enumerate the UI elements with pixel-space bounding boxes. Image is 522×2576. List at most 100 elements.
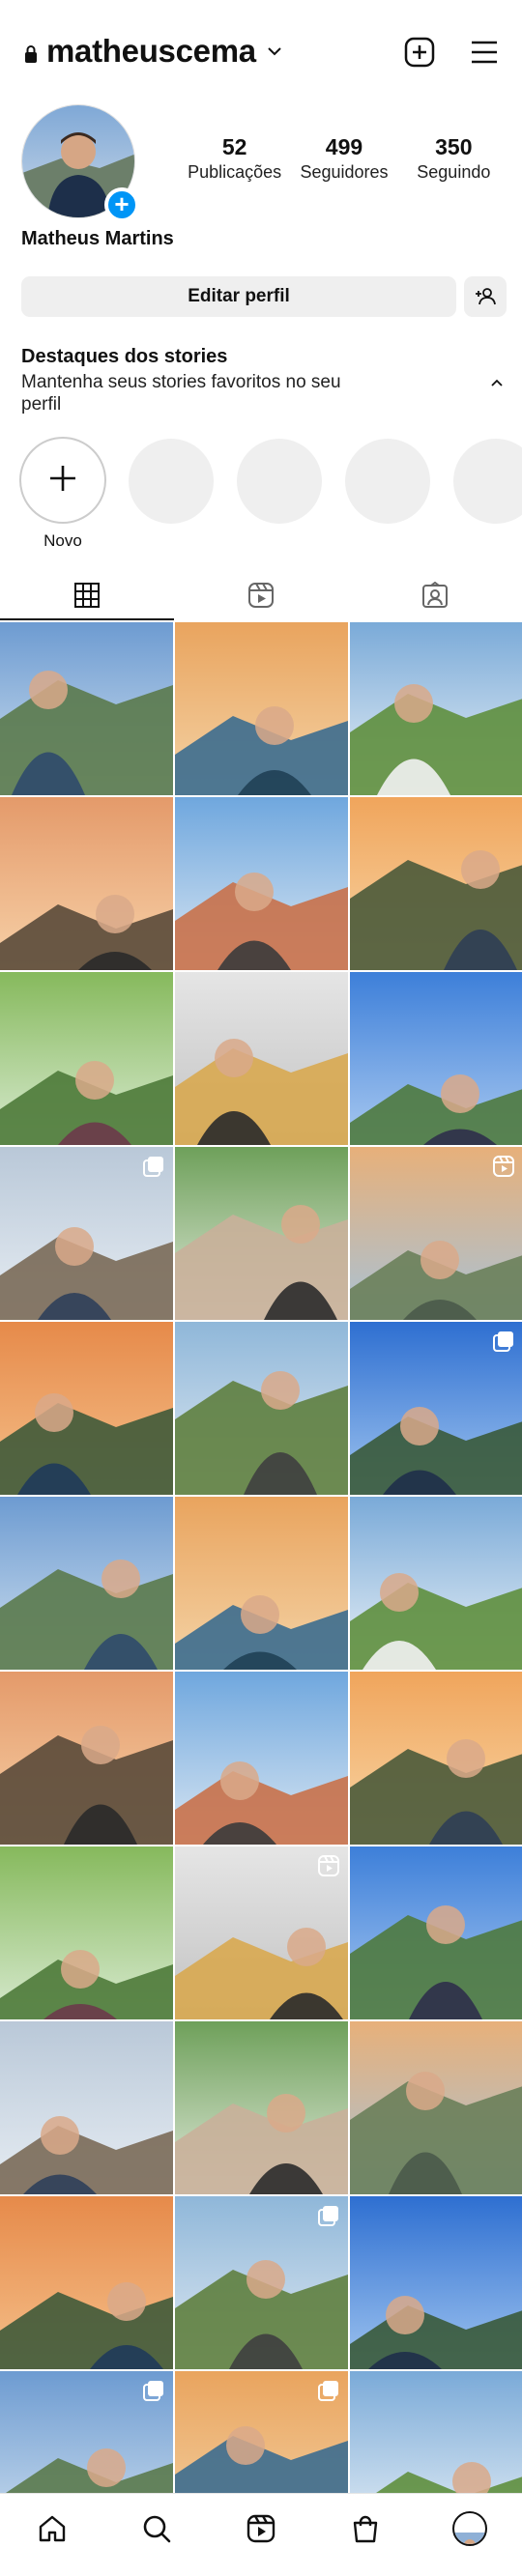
nav-search[interactable]: [104, 2494, 209, 2576]
reel-icon: [493, 1156, 514, 1177]
stat-label: Seguidores: [300, 162, 389, 182]
posts-count[interactable]: 52 Publicações: [180, 133, 289, 191]
post-thumbnail[interactable]: [0, 1672, 173, 1845]
post-thumbnail[interactable]: [175, 1846, 348, 2019]
plus-square-icon[interactable]: [404, 37, 435, 68]
post-thumbnail[interactable]: [0, 1846, 173, 2019]
post-image: [350, 622, 522, 795]
post-image: [0, 1497, 173, 1670]
post-image: [175, 1322, 348, 1495]
post-thumbnail[interactable]: [175, 1672, 348, 1845]
following-count[interactable]: 350 Seguindo: [399, 133, 508, 191]
tab-tagged[interactable]: [348, 568, 522, 620]
stat-label: Seguindo: [417, 162, 491, 182]
post-image: [0, 2021, 173, 2194]
carousel-icon: [318, 2206, 338, 2226]
discover-people-button[interactable]: [464, 276, 507, 317]
post-thumbnail[interactable]: [350, 972, 522, 1145]
nav-home[interactable]: [0, 2494, 104, 2576]
post-image: [350, 972, 522, 1145]
post-thumbnail[interactable]: [350, 1672, 522, 1845]
reel-icon: [318, 1855, 339, 1876]
post-thumbnail[interactable]: [0, 2021, 173, 2194]
post-thumbnail[interactable]: [350, 2021, 522, 2194]
add-story-badge[interactable]: +: [104, 187, 139, 222]
post-image: [350, 1846, 522, 2019]
plus-icon: [50, 466, 75, 491]
post-image: [175, 972, 348, 1145]
post-thumbnail[interactable]: [350, 1846, 522, 2019]
post-thumbnail[interactable]: [0, 1147, 173, 1320]
highlight-placeholder: [129, 439, 214, 524]
hamburger-menu-icon[interactable]: [470, 39, 499, 66]
post-image: [350, 1672, 522, 1845]
carousel-icon: [143, 2381, 163, 2401]
carousel-icon: [143, 1157, 163, 1177]
post-thumbnail[interactable]: [0, 1322, 173, 1495]
carousel-icon: [318, 2381, 338, 2401]
carousel-icon: [493, 1331, 513, 1352]
post-image: [175, 622, 348, 795]
post-image: [0, 1846, 173, 2019]
post-image: [0, 972, 173, 1145]
tagged-icon: [422, 582, 448, 608]
tab-reels[interactable]: [174, 568, 348, 620]
new-highlight-label: Novo: [44, 531, 82, 550]
post-thumbnail[interactable]: [350, 622, 522, 795]
lock-icon: [25, 45, 37, 63]
grid-icon: [74, 583, 100, 608]
stat-value: 499: [325, 134, 363, 159]
post-thumbnail[interactable]: [350, 1497, 522, 1670]
profile-avatar[interactable]: +: [21, 104, 139, 222]
new-highlight-button[interactable]: [19, 437, 106, 524]
account-switcher[interactable]: matheuscema: [46, 33, 256, 70]
nav-profile[interactable]: [418, 2494, 522, 2576]
profile-full-name: Matheus Martins: [21, 228, 174, 249]
chevron-down-icon[interactable]: [266, 44, 283, 58]
profile-stats: 52 Publicações 499 Seguidores 350 Seguin…: [180, 133, 508, 191]
post-image: [175, 1672, 348, 1845]
post-thumbnail[interactable]: [350, 1322, 522, 1495]
followers-count[interactable]: 499 Seguidores: [289, 133, 398, 191]
top-bar: matheuscema: [0, 0, 522, 106]
profile-tabs: [0, 568, 522, 620]
edit-profile-button[interactable]: Editar perfil: [21, 276, 456, 317]
post-image: [350, 797, 522, 970]
post-thumbnail[interactable]: [175, 2021, 348, 2194]
post-thumbnail[interactable]: [0, 1497, 173, 1670]
post-thumbnail[interactable]: [175, 2196, 348, 2369]
post-thumbnail[interactable]: [0, 622, 173, 795]
post-image: [0, 1322, 173, 1495]
post-image: [0, 797, 173, 970]
post-thumbnail[interactable]: [350, 2196, 522, 2369]
post-thumbnail[interactable]: [175, 797, 348, 970]
stat-value: 52: [221, 134, 247, 159]
post-image: [0, 1672, 173, 1845]
post-thumbnail[interactable]: [0, 797, 173, 970]
post-thumbnail[interactable]: [175, 622, 348, 795]
home-icon: [39, 2515, 66, 2542]
post-thumbnail[interactable]: [175, 972, 348, 1145]
post-thumbnail[interactable]: [0, 972, 173, 1145]
post-thumbnail[interactable]: [0, 2196, 173, 2369]
post-thumbnail[interactable]: [175, 1497, 348, 1670]
post-image: [350, 1497, 522, 1670]
highlight-placeholder: [237, 439, 322, 524]
post-image: [175, 2021, 348, 2194]
post-thumbnail[interactable]: [175, 1322, 348, 1495]
post-image: [0, 2196, 173, 2369]
posts-grid: [0, 622, 522, 2544]
highlights-title: Destaques dos stories: [21, 346, 228, 367]
tab-posts-grid[interactable]: [0, 568, 174, 620]
post-thumbnail[interactable]: [350, 1147, 522, 1320]
post-thumbnail[interactable]: [350, 797, 522, 970]
shop-icon: [353, 2515, 378, 2543]
bottom-navigation: [0, 2493, 522, 2576]
nav-shop[interactable]: [313, 2494, 418, 2576]
post-thumbnail[interactable]: [175, 1147, 348, 1320]
post-image: [175, 797, 348, 970]
post-image: [175, 1147, 348, 1320]
nav-reels[interactable]: [209, 2494, 313, 2576]
post-image: [350, 2021, 522, 2194]
chevron-up-icon[interactable]: [489, 377, 505, 388]
